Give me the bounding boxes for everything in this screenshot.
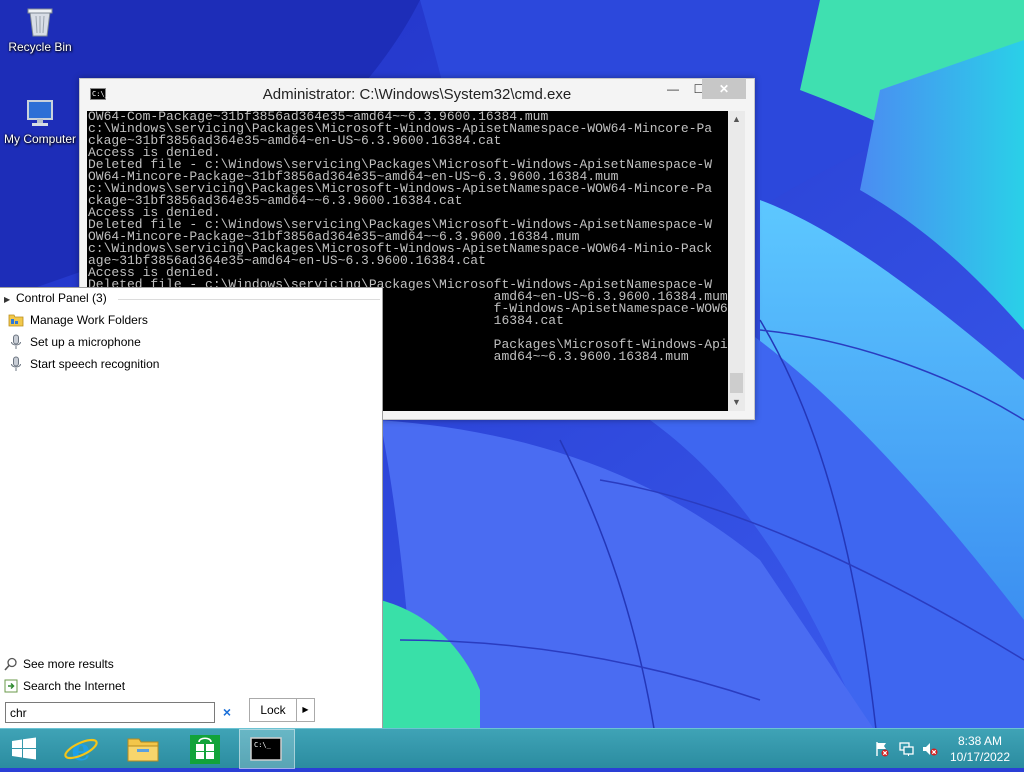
lock-button[interactable]: Lock (249, 698, 297, 722)
result-group-header[interactable]: ▶ Control Panel (3) (4, 291, 107, 309)
power-options-arrow-button[interactable]: ▶ (297, 698, 315, 722)
windows-logo-icon (12, 737, 36, 760)
search-input[interactable] (5, 702, 215, 723)
window-title: Administrator: C:\Windows\System32\cmd.e… (262, 86, 572, 103)
taskbar-store[interactable] (182, 729, 228, 769)
file-explorer-icon (127, 738, 159, 762)
desktop-icon-recycle-bin[interactable]: Recycle Bin (0, 4, 80, 54)
store-icon (190, 735, 220, 764)
desktop-icon-label: Recycle Bin (8, 40, 72, 54)
window-titlebar[interactable]: C:\_ Administrator: C:\Windows\System32\… (80, 79, 754, 109)
clear-search-icon[interactable]: × (220, 704, 234, 720)
microphone-icon (11, 356, 21, 371)
vertical-scrollbar[interactable]: ▲ ▼ (728, 111, 745, 411)
microphone-icon (11, 334, 21, 349)
cmd-icon-text: C:\_ (254, 741, 272, 749)
start-search-panel: ▶ Control Panel (3) Manage Work Folders S… (0, 287, 383, 728)
scroll-down-arrow-icon[interactable]: ▼ (728, 394, 745, 411)
search-icon (4, 657, 17, 671)
desktop-icon-label: My Computer (3, 132, 77, 146)
command-prompt-icon: C:\_ (250, 737, 282, 761)
taskbar-internet-explorer[interactable]: e (58, 729, 104, 769)
volume-muted-icon[interactable] (922, 741, 938, 757)
minimize-button[interactable]: — (660, 79, 686, 99)
group-header-label: Control Panel (3) (16, 291, 107, 305)
result-label: Start speech recognition (30, 357, 160, 371)
result-label: Manage Work Folders (30, 313, 148, 327)
result-manage-work-folders[interactable]: Manage Work Folders (8, 310, 148, 330)
computer-icon (27, 100, 53, 126)
close-button[interactable]: ✕ (702, 79, 746, 99)
result-label: Set up a microphone (30, 335, 141, 349)
clock-time[interactable]: 8:38 AM (940, 734, 1020, 748)
clock-date[interactable]: 10/17/2022 (940, 750, 1020, 764)
work-folders-icon (8, 314, 24, 327)
desktop-icon-my-computer[interactable]: My Computer (0, 98, 80, 146)
start-button[interactable] (0, 729, 48, 769)
network-icon[interactable] (899, 741, 915, 757)
expand-triangle-icon: ▶ (4, 295, 11, 304)
action-center-flag-icon[interactable] (874, 741, 890, 757)
search-the-internet-link[interactable]: Search the Internet (4, 676, 125, 696)
recycle-bin-icon (27, 8, 53, 37)
see-more-label: See more results (23, 657, 114, 671)
taskbar: e C:\_ 8:38 AM 10/17/2022 (0, 728, 1024, 769)
result-start-speech-recognition[interactable]: Start speech recognition (8, 354, 159, 374)
scroll-thumb[interactable] (730, 373, 743, 393)
taskbar-file-explorer[interactable] (120, 729, 166, 769)
svg-text:e: e (71, 733, 90, 768)
internet-explorer-icon: e (64, 733, 98, 768)
scroll-up-arrow-icon[interactable]: ▲ (728, 111, 745, 128)
search-internet-label: Search the Internet (23, 679, 126, 693)
taskbar-command-prompt[interactable]: C:\_ (239, 729, 295, 769)
group-divider (118, 299, 380, 300)
internet-search-icon (4, 679, 18, 693)
result-set-up-microphone[interactable]: Set up a microphone (8, 332, 141, 352)
see-more-results-link[interactable]: See more results (4, 654, 114, 674)
